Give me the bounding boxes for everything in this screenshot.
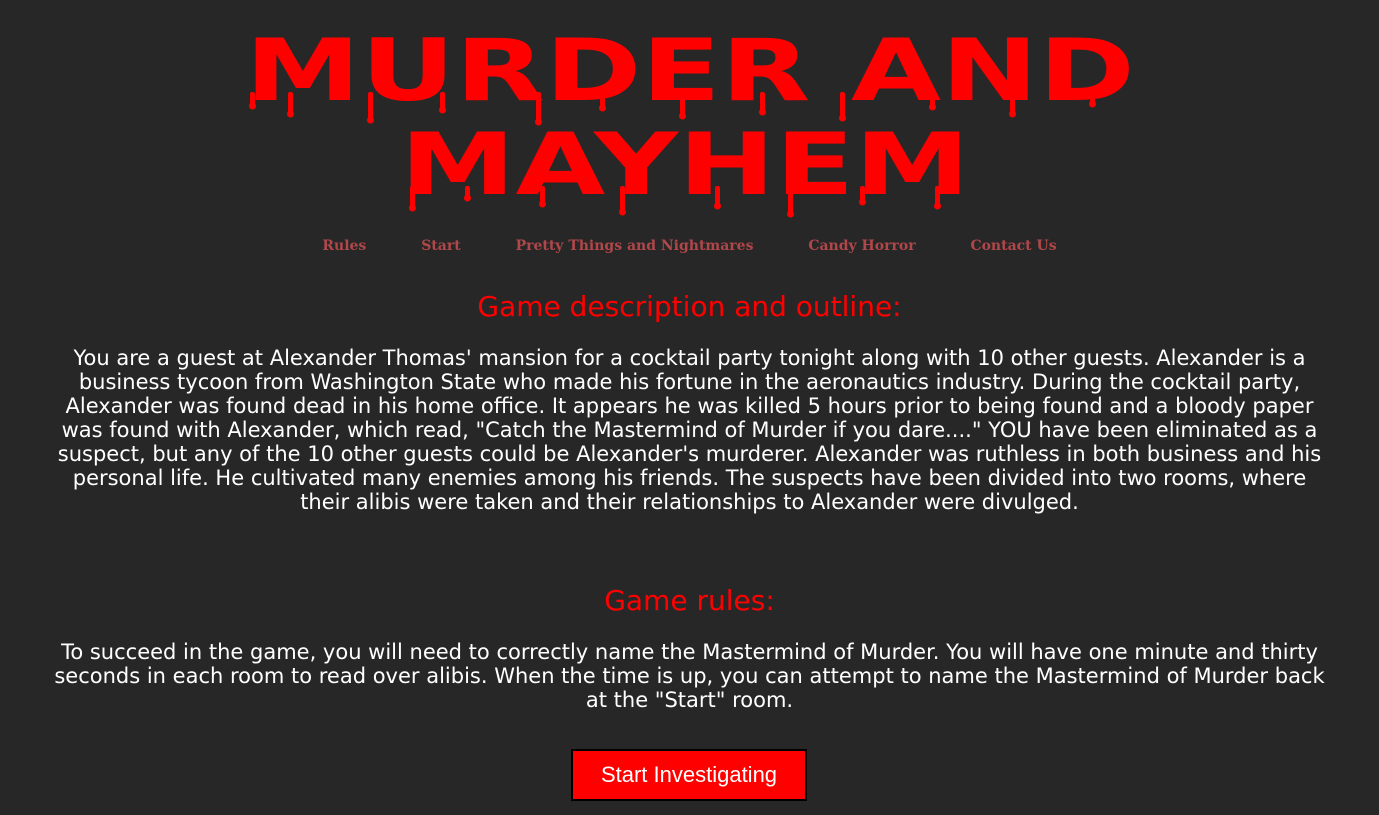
- logo-line-1: MURDER AND: [245, 22, 1135, 121]
- game-rules-text: To succeed in the game, you will need to…: [54, 640, 1325, 712]
- site-logo: MURDER AND MAYHEM: [240, 22, 1140, 222]
- nav-link-contact-us[interactable]: Contact Us: [970, 238, 1056, 254]
- game-description-heading: Game description and outline:: [477, 290, 902, 323]
- logo-line-2: MAYHEM: [400, 115, 970, 215]
- page: MURDER AND MAYHEM Rules Start Pretty Thi…: [0, 0, 1379, 815]
- nav-link-rules[interactable]: Rules: [322, 238, 366, 254]
- game-rules-heading: Game rules:: [604, 584, 775, 617]
- start-investigating-button[interactable]: Start Investigating: [571, 749, 807, 801]
- nav-link-pretty-things-and-nightmares[interactable]: Pretty Things and Nightmares: [516, 238, 754, 254]
- nav-link-start[interactable]: Start: [421, 238, 461, 254]
- main-nav: Rules Start Pretty Things and Nightmares…: [0, 238, 1379, 254]
- game-description-text: You are a guest at Alexander Thomas' man…: [57, 346, 1322, 514]
- nav-link-candy-horror[interactable]: Candy Horror: [808, 238, 915, 254]
- logo-graphic: MURDER AND MAYHEM: [245, 22, 1135, 218]
